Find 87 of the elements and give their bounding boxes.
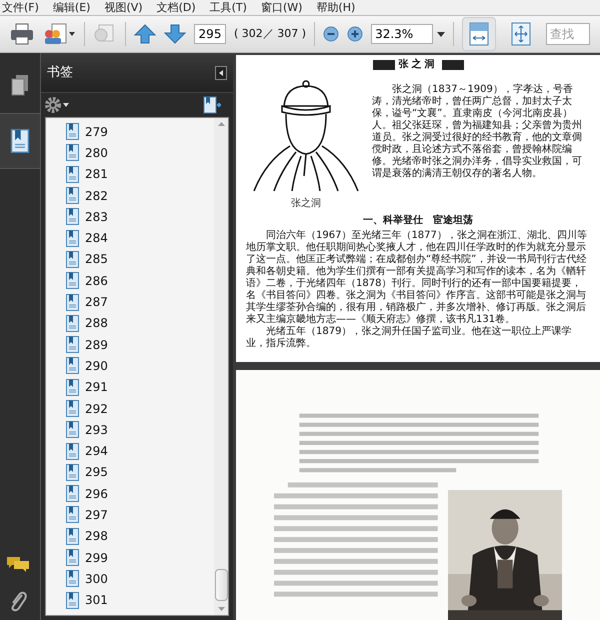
bookmarks-tab[interactable]	[0, 113, 40, 169]
menu-item[interactable]: 帮助(H)	[316, 2, 356, 13]
bookmark-item[interactable]: 299	[66, 546, 214, 568]
bookmark-item[interactable]: 300	[66, 568, 214, 590]
menu-item[interactable]: 编辑(E)	[52, 2, 90, 13]
bookmark-icon	[66, 464, 79, 481]
section-heading: 一、科举登仕 宦途坦荡	[363, 213, 473, 228]
bookmark-icon	[66, 528, 79, 545]
ornament	[442, 60, 464, 70]
search-field[interactable]: 查找	[546, 23, 590, 45]
page-number-field[interactable]: 295	[194, 24, 226, 44]
bookmark-item[interactable]: 287	[66, 291, 214, 313]
caret-icon[interactable]	[437, 32, 446, 36]
bookmark-icon	[66, 400, 79, 417]
caret-icon[interactable]	[63, 103, 69, 107]
bookmark-icon	[66, 123, 79, 140]
scrollbar[interactable]	[214, 118, 228, 615]
bookmark-item[interactable]: 296	[66, 483, 214, 504]
zoom-field[interactable]: 32.3%	[371, 24, 434, 44]
previous-page-icon[interactable]	[134, 24, 156, 44]
menu-item[interactable]: 文件(F)	[2, 2, 39, 13]
bookmark-item[interactable]: 283	[66, 206, 214, 228]
menu-item[interactable]: 视图(V)	[104, 2, 143, 13]
bookmark-item[interactable]: 286	[66, 270, 214, 292]
fit-width-icon	[469, 22, 490, 46]
collapse-panel-button[interactable]	[215, 66, 227, 80]
next-page-icon[interactable]	[164, 24, 186, 44]
bookmark-icon	[66, 144, 79, 162]
menu-item[interactable]: 窗口(W)	[260, 2, 302, 13]
comments-icon[interactable]	[6, 556, 30, 574]
menu-item[interactable]: 工具(T)	[210, 2, 247, 13]
bookmark-icon	[66, 314, 79, 332]
bookmark-item[interactable]: 285	[66, 248, 214, 270]
bookmark-item[interactable]: 292	[66, 398, 214, 420]
bookmark-icon	[66, 378, 79, 396]
bookmark-item[interactable]: 289	[66, 334, 214, 356]
bookmark-icon	[66, 357, 79, 374]
bookmark-item[interactable]: 279	[66, 121, 214, 142]
bookmark-icon	[66, 230, 79, 247]
bookmark-item[interactable]: 301	[66, 590, 214, 611]
bookmark-icon	[66, 592, 79, 609]
bookmark-item[interactable]: 290	[66, 355, 214, 377]
bookmark-icon	[66, 272, 79, 290]
bookmark-icon	[66, 421, 79, 438]
bookmark-icon	[66, 485, 79, 502]
bookmark-item[interactable]: 298	[66, 526, 214, 547]
bookmark-item[interactable]: 294	[66, 440, 214, 462]
triangle-icon	[219, 70, 223, 76]
scroll-thumb[interactable]	[214, 569, 228, 601]
zoom-out-icon[interactable]	[323, 26, 340, 42]
bookmark-item[interactable]: 282	[66, 184, 214, 206]
page-title: 张之洞	[398, 57, 438, 72]
people-document-icon[interactable]	[42, 22, 76, 46]
bookmark-item[interactable]: 293	[66, 419, 214, 440]
gear-icon[interactable]	[45, 97, 61, 113]
figure-caption: 张之洞	[291, 196, 321, 211]
bookmark-icon	[66, 208, 79, 226]
bookmark-icon	[66, 250, 79, 268]
ornament	[372, 60, 394, 70]
panel-title: 书签	[47, 64, 73, 82]
new-bookmark-icon[interactable]	[203, 96, 223, 114]
bookmark-item[interactable]: 295	[66, 462, 214, 484]
bookmark-item[interactable]: 284	[66, 227, 214, 249]
page-count: ( 302／ 307 )	[234, 26, 306, 42]
body-paragraph: 同治六年（1967）至光绪三年（1877），张之洞在浙江、湖北、四川等地历掌文职。他任职期间热心奖掖人才，他在四川任学政时的作为就充分显示了这一点。他匡正考试弊端；在成都创办“尊经书院”，并设一书局刊行古代经典和各朝史籍。他为学生们撰有一部有关提高学习和写作的读本，名为《輶轩语》二卷，于光绪四年（1878）刊行。同时刊行的还有一部中国要籍提要，名《书目答问》四卷。张之洞为《书目答问》作序言。这部书可能是张之洞与其学生缪荃孙合编的，很有用，销路极广，并多次增补、修订再版。张之洞后来又主编京畿地方志——《顺天府志》修撰，该书凡131卷。	[246, 230, 588, 326]
intro-paragraph: 张之洞（1837～1909），字孝达，号香涛，清光绪帝时，曾任两广总督，加封太子太保，谥号“文襄”。直隶南皮（今河北南皮县）人。祖父张廷琛，曾为福建知县；父亲曾为贵州道员。张之洞受过很好的经书教育，他的文章倜傥时政，且论述方式不落俗套，曾授翰林院编修。光绪帝时张之洞办洋务，倡导实业救国，可谓是衰落的满清王朝仅存的著名人物。	[372, 82, 583, 181]
zoom-in-icon[interactable]	[347, 26, 364, 42]
bookmark-item[interactable]: 288	[66, 312, 214, 334]
bookmark-icon	[66, 549, 79, 566]
bookmark-icon	[66, 166, 79, 183]
menu-item[interactable]: 文档(D)	[156, 2, 196, 13]
pages-icon	[11, 74, 29, 96]
body-paragraph: 光绪五年（1879），张之洞升任国子监司业。他在这一职位上严课学业，指斥流弊。	[246, 326, 572, 350]
fit-page-icon	[511, 22, 532, 46]
bookmark-icon	[10, 129, 30, 153]
bookmark-icon	[66, 187, 79, 204]
bookmark-item[interactable]: 281	[66, 164, 214, 185]
bookmark-item[interactable]: 291	[66, 376, 214, 398]
bookmark-icon	[66, 506, 79, 524]
bookmark-icon	[66, 570, 79, 588]
bookmark-icon	[66, 336, 79, 354]
bookmark-icon	[66, 442, 79, 460]
fit-width-button[interactable]	[462, 17, 496, 51]
bookmark-icon	[66, 294, 79, 311]
bookmark-item[interactable]: 297	[66, 504, 214, 526]
printer-icon[interactable]	[10, 23, 34, 45]
bookmark-item[interactable]: 280	[66, 142, 214, 164]
